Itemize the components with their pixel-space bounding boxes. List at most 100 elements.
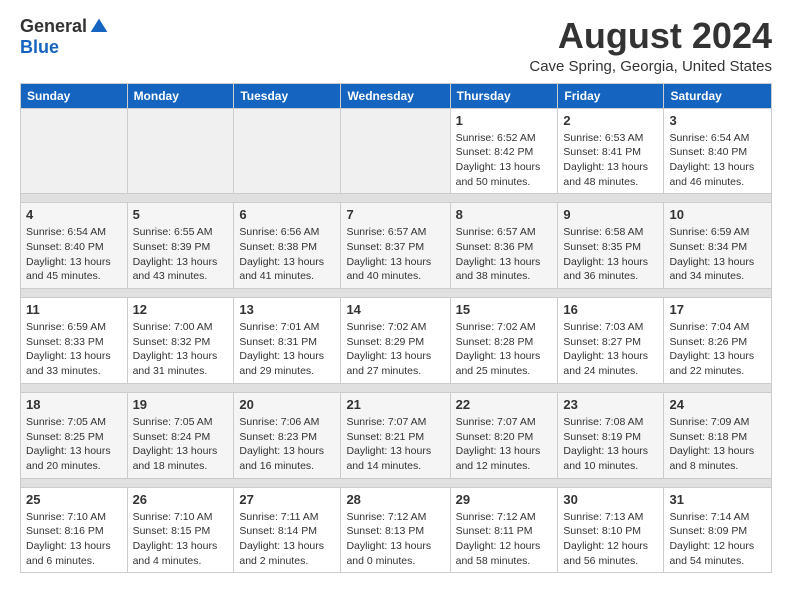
row-divider — [21, 194, 772, 203]
cell-detail: Sunrise: 7:08 AMSunset: 8:19 PMDaylight:… — [563, 415, 658, 474]
cell-detail: Sunrise: 7:13 AMSunset: 8:10 PMDaylight:… — [563, 510, 658, 569]
day-number: 19 — [133, 397, 229, 412]
cell-detail: Sunrise: 7:05 AMSunset: 8:24 PMDaylight:… — [133, 415, 229, 474]
col-wednesday: Wednesday — [341, 83, 450, 108]
day-number: 23 — [563, 397, 658, 412]
day-number: 20 — [239, 397, 335, 412]
day-number: 29 — [456, 492, 553, 507]
table-row: 5Sunrise: 6:55 AMSunset: 8:39 PMDaylight… — [127, 203, 234, 289]
cell-detail: Sunrise: 7:04 AMSunset: 8:26 PMDaylight:… — [669, 320, 766, 379]
cell-detail: Sunrise: 7:10 AMSunset: 8:16 PMDaylight:… — [26, 510, 122, 569]
table-row: 17 Sunrise: 7:04 AMSunset: 8:26 PMDayligh… — [664, 298, 772, 384]
table-row: 3 Sunrise: 6:54 AMSunset: 8:40 PMDaylight… — [664, 108, 772, 194]
logo-icon — [89, 17, 109, 37]
cell-detail: Sunrise: 7:12 AMSunset: 8:11 PMDaylight:… — [456, 510, 553, 569]
cell-detail: Sunrise: 6:54 AMSunset: 8:40 PMDaylight:… — [669, 131, 766, 190]
cell-detail: Sunrise: 7:11 AMSunset: 8:14 PMDaylight:… — [239, 510, 335, 569]
col-thursday: Thursday — [450, 83, 558, 108]
table-row: 11 Sunrise: 6:59 AMSunset: 8:33 PMDayligh… — [21, 298, 128, 384]
col-tuesday: Tuesday — [234, 83, 341, 108]
cell-detail: Sunrise: 6:55 AMSunset: 8:39 PMDaylight:… — [133, 225, 229, 284]
day-number: 12 — [133, 302, 229, 317]
table-row: 14 Sunrise: 7:02 AMSunset: 8:29 PMDayligh… — [341, 298, 450, 384]
calendar-row-0: 1 Sunrise: 6:52 AMSunset: 8:42 PMDaylight… — [21, 108, 772, 194]
day-number: 11 — [26, 302, 122, 317]
calendar-table: Sunday Monday Tuesday Wednesday Thursday… — [20, 83, 772, 574]
day-number: 2 — [563, 113, 658, 128]
cell-detail: Sunrise: 7:09 AMSunset: 8:18 PMDaylight:… — [669, 415, 766, 474]
cell-detail: Sunrise: 6:59 AMSunset: 8:34 PMDaylight:… — [669, 225, 766, 284]
calendar-header-row: Sunday Monday Tuesday Wednesday Thursday… — [21, 83, 772, 108]
table-row — [21, 108, 128, 194]
calendar-row-1: 4 Sunrise: 6:54 AMSunset: 8:40 PMDaylight… — [21, 203, 772, 289]
row-divider — [21, 478, 772, 487]
table-row: 21Sunrise: 7:07 AMSunset: 8:21 PMDayligh… — [341, 392, 450, 478]
title-section: August 2024 Cave Spring, Georgia, United… — [529, 16, 772, 75]
cell-detail: Sunrise: 6:54 AMSunset: 8:40 PMDaylight:… — [26, 225, 122, 284]
cell-detail: Sunrise: 7:07 AMSunset: 8:20 PMDaylight:… — [456, 415, 553, 474]
table-row: 25Sunrise: 7:10 AMSunset: 8:16 PMDayligh… — [21, 487, 128, 573]
cell-detail: Sunrise: 6:56 AMSunset: 8:38 PMDaylight:… — [239, 225, 335, 284]
cell-detail: Sunrise: 7:01 AMSunset: 8:31 PMDaylight:… — [239, 320, 335, 379]
cell-detail: Sunrise: 7:02 AMSunset: 8:29 PMDaylight:… — [346, 320, 444, 379]
table-row: 20 Sunrise: 7:06 AMSunset: 8:23 PMDayligh… — [234, 392, 341, 478]
col-monday: Monday — [127, 83, 234, 108]
cell-detail: Sunrise: 6:59 AMSunset: 8:33 PMDaylight:… — [26, 320, 122, 379]
day-number: 9 — [563, 207, 658, 222]
day-number: 24 — [669, 397, 766, 412]
day-number: 14 — [346, 302, 444, 317]
table-row: 16Sunrise: 7:03 AMSunset: 8:27 PMDayligh… — [558, 298, 664, 384]
month-title: August 2024 — [529, 16, 772, 56]
table-row: 10Sunrise: 6:59 AMSunset: 8:34 PMDayligh… — [664, 203, 772, 289]
table-row: 6 Sunrise: 6:56 AMSunset: 8:38 PMDaylight… — [234, 203, 341, 289]
calendar-row-4: 25Sunrise: 7:10 AMSunset: 8:16 PMDayligh… — [21, 487, 772, 573]
day-number: 1 — [456, 113, 553, 128]
cell-detail: Sunrise: 7:06 AMSunset: 8:23 PMDaylight:… — [239, 415, 335, 474]
table-row: 9Sunrise: 6:58 AMSunset: 8:35 PMDaylight… — [558, 203, 664, 289]
row-divider — [21, 383, 772, 392]
cell-detail: Sunrise: 7:07 AMSunset: 8:21 PMDaylight:… — [346, 415, 444, 474]
page: General Blue August 2024 Cave Spring, Ge… — [0, 0, 792, 583]
table-row: 12 Sunrise: 7:00 AMSunset: 8:32 PMDayligh… — [127, 298, 234, 384]
table-row: 27 Sunrise: 7:11 AMSunset: 8:14 PMDayligh… — [234, 487, 341, 573]
table-row: 2 Sunrise: 6:53 AMSunset: 8:41 PMDaylight… — [558, 108, 664, 194]
day-number: 15 — [456, 302, 553, 317]
table-row: 7 Sunrise: 6:57 AMSunset: 8:37 PMDaylight… — [341, 203, 450, 289]
day-number: 7 — [346, 207, 444, 222]
table-row: 19 Sunrise: 7:05 AMSunset: 8:24 PMDayligh… — [127, 392, 234, 478]
day-number: 6 — [239, 207, 335, 222]
day-number: 28 — [346, 492, 444, 507]
day-number: 13 — [239, 302, 335, 317]
day-number: 8 — [456, 207, 553, 222]
cell-detail: Sunrise: 6:52 AMSunset: 8:42 PMDaylight:… — [456, 131, 553, 190]
day-number: 22 — [456, 397, 553, 412]
table-row: 24 Sunrise: 7:09 AMSunset: 8:18 PMDayligh… — [664, 392, 772, 478]
calendar-row-2: 11 Sunrise: 6:59 AMSunset: 8:33 PMDayligh… — [21, 298, 772, 384]
cell-detail: Sunrise: 6:53 AMSunset: 8:41 PMDaylight:… — [563, 131, 658, 190]
cell-detail: Sunrise: 7:14 AMSunset: 8:09 PMDaylight:… — [669, 510, 766, 569]
col-saturday: Saturday — [664, 83, 772, 108]
day-number: 27 — [239, 492, 335, 507]
day-number: 3 — [669, 113, 766, 128]
logo-general-text: General — [20, 16, 87, 37]
table-row: 23 Sunrise: 7:08 AMSunset: 8:19 PMDayligh… — [558, 392, 664, 478]
table-row: 8 Sunrise: 6:57 AMSunset: 8:36 PMDaylight… — [450, 203, 558, 289]
table-row: 26Sunrise: 7:10 AMSunset: 8:15 PMDayligh… — [127, 487, 234, 573]
day-number: 16 — [563, 302, 658, 317]
header: General Blue August 2024 Cave Spring, Ge… — [20, 16, 772, 75]
day-number: 4 — [26, 207, 122, 222]
day-number: 26 — [133, 492, 229, 507]
table-row: 15 Sunrise: 7:02 AMSunset: 8:28 PMDayligh… — [450, 298, 558, 384]
cell-detail: Sunrise: 7:00 AMSunset: 8:32 PMDaylight:… — [133, 320, 229, 379]
day-number: 17 — [669, 302, 766, 317]
table-row: 30 Sunrise: 7:13 AMSunset: 8:10 PMDayligh… — [558, 487, 664, 573]
cell-detail: Sunrise: 7:02 AMSunset: 8:28 PMDaylight:… — [456, 320, 553, 379]
col-friday: Friday — [558, 83, 664, 108]
table-row: 22 Sunrise: 7:07 AMSunset: 8:20 PMDayligh… — [450, 392, 558, 478]
cell-detail: Sunrise: 6:57 AMSunset: 8:36 PMDaylight:… — [456, 225, 553, 284]
cell-detail: Sunrise: 6:57 AMSunset: 8:37 PMDaylight:… — [346, 225, 444, 284]
table-row: 18Sunrise: 7:05 AMSunset: 8:25 PMDayligh… — [21, 392, 128, 478]
row-divider — [21, 289, 772, 298]
table-row: 29 Sunrise: 7:12 AMSunset: 8:11 PMDayligh… — [450, 487, 558, 573]
day-number: 30 — [563, 492, 658, 507]
